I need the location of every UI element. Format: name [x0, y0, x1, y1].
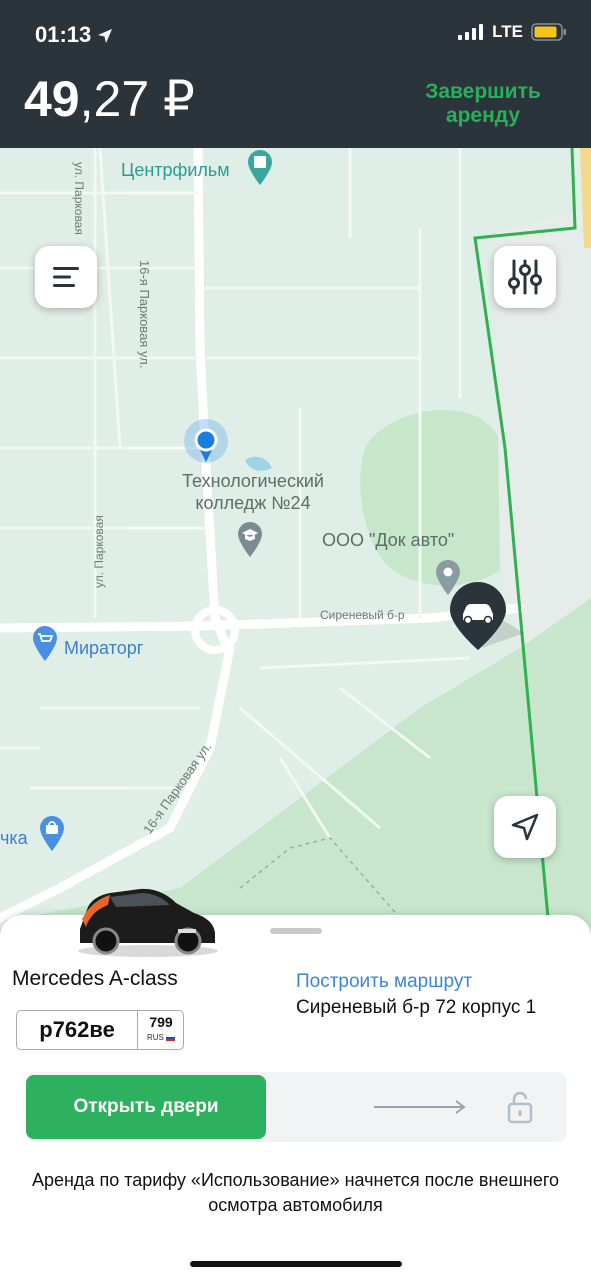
filter-icon — [508, 259, 542, 295]
map-label-tech-college[interactable]: Технологический колледж №24 — [173, 470, 333, 514]
car-address: Сиреневый б-р 72 корпус 1 — [296, 997, 537, 1018]
network-type: LTE — [492, 22, 523, 41]
license-plate: р762ве 799 RUS — [16, 1010, 184, 1050]
menu-icon — [53, 267, 79, 287]
street-label-ul-parkovaya-left: ул. Парковая — [92, 515, 106, 588]
street-label-ul-parkovaya-top: ул. Парковая — [72, 162, 86, 235]
rental-info-text: Аренда по тарифу «Использование» начнетс… — [31, 1170, 560, 1215]
battery-icon — [531, 23, 566, 41]
map-label-dok-avto[interactable]: ООО "Док авто" — [322, 530, 454, 551]
my-location-button[interactable] — [494, 796, 556, 858]
map-label-miratorg[interactable]: Мираторг — [64, 638, 143, 659]
miratorg-poi-icon[interactable] — [31, 626, 59, 662]
car-marker-icon[interactable] — [444, 578, 524, 668]
street-label-park-vertical: 16-я Парковая ул. — [137, 260, 152, 369]
college-poi-icon[interactable] — [236, 522, 264, 558]
lock-icon — [507, 1091, 533, 1124]
status-time: 01:13 — [35, 22, 113, 48]
plate-country: RUS — [139, 1033, 183, 1042]
russia-flag-icon — [165, 1034, 176, 1041]
open-doors-slider[interactable]: Открыть двери — [26, 1072, 567, 1142]
arrow-right-icon — [374, 1100, 466, 1114]
map[interactable]: Центрфильм Технологический колледж №24 О… — [0, 148, 591, 938]
price-main: 49 — [24, 71, 80, 127]
shop-poi-icon[interactable] — [38, 816, 66, 852]
sheet-handle[interactable] — [270, 928, 322, 934]
signal-icon — [458, 24, 484, 40]
plate-country-text: RUS — [146, 1033, 164, 1042]
rental-price: 49,27 ₽ — [24, 70, 195, 128]
plate-number: р762ве — [17, 1011, 138, 1049]
open-doors-button[interactable]: Открыть двери — [26, 1075, 266, 1139]
location-arrow-icon — [98, 29, 113, 43]
my-location-icon — [511, 813, 539, 841]
centrfilm-poi-icon[interactable] — [246, 150, 274, 186]
finish-rental-button[interactable]: Завершить аренду — [418, 80, 548, 128]
user-location-icon — [184, 419, 228, 463]
price-fraction: ,27 ₽ — [79, 71, 195, 127]
status-right: LTE — [458, 22, 567, 42]
plate-region: 799 — [149, 1014, 173, 1030]
car-image — [78, 888, 218, 957]
map-label-centrfilm[interactable]: Центрфильм — [121, 160, 230, 181]
car-info-sheet: Mercedes A-class р762ве 799 RUS Построит… — [0, 888, 591, 1280]
menu-button[interactable] — [35, 246, 97, 308]
header: 01:13 LTE 49,27 ₽ Завершить аренду — [0, 0, 591, 148]
build-route-link[interactable]: Построить маршрут — [296, 971, 472, 993]
car-name: Mercedes A-class — [12, 967, 178, 990]
home-indicator — [190, 1261, 402, 1267]
filter-button[interactable] — [494, 246, 556, 308]
map-label-partial[interactable]: чка — [0, 828, 28, 849]
street-label-sirenevy: Сиреневый б-р — [320, 608, 405, 622]
